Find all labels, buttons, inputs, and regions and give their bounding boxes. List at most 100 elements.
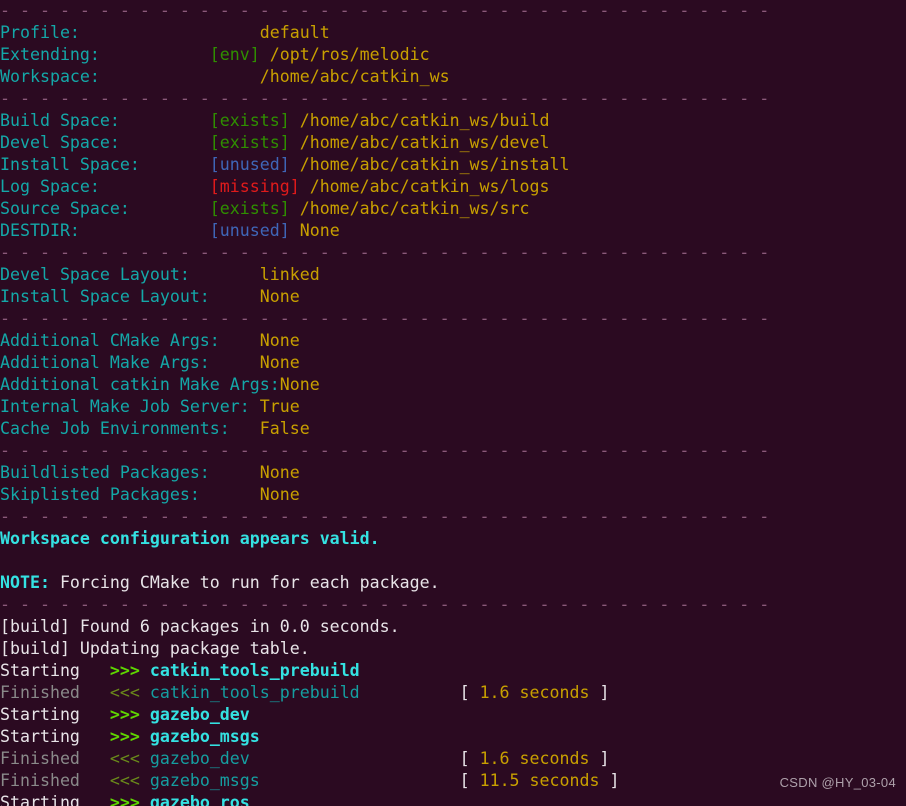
config-status: [exists] bbox=[209, 133, 300, 152]
config-row: Additional Make Args: None bbox=[0, 352, 906, 374]
build-entry-state: Starting bbox=[0, 705, 110, 724]
config-label: DESTDIR: bbox=[0, 221, 210, 240]
config-row: Install Space: [unused] /home/abc/catkin… bbox=[0, 154, 906, 176]
separator-dashes: - - - - - - - - - - - - - - - - - - - - … bbox=[0, 441, 770, 460]
build-entry-package: gazebo_msgs bbox=[149, 727, 260, 746]
build-entry-package: gazebo_msgs bbox=[149, 771, 260, 790]
config-row: Cache Job Environments: False bbox=[0, 418, 906, 440]
config-row: Additional CMake Args: None bbox=[0, 330, 906, 352]
build-entry-state: Starting bbox=[0, 661, 110, 680]
separator-dashes: - - - - - - - - - - - - - - - - - - - - … bbox=[0, 595, 770, 614]
separator-dashes: - - - - - - - - - - - - - - - - - - - - … bbox=[0, 507, 770, 526]
build-entry-state: Finished bbox=[0, 771, 110, 790]
config-row: Skiplisted Packages: None bbox=[0, 484, 906, 506]
build-entry-package: gazebo_ros bbox=[149, 793, 250, 806]
build-entry-state: Finished bbox=[0, 683, 110, 702]
config-status bbox=[210, 23, 260, 42]
build-updating-text: [build] Updating package table. bbox=[0, 639, 310, 658]
separator-line: - - - - - - - - - - - - - - - - - - - - … bbox=[0, 506, 906, 528]
config-row: Source Space: [exists] /home/abc/catkin_… bbox=[0, 198, 906, 220]
config-label: Cache Job Environments: bbox=[0, 419, 260, 438]
config-status: [missing] bbox=[209, 177, 310, 196]
config-value: False bbox=[259, 419, 310, 438]
config-label: Skiplisted Packages: bbox=[0, 485, 260, 504]
config-label: Buildlisted Packages: bbox=[0, 463, 260, 482]
config-row: Internal Make Job Server: True bbox=[0, 396, 906, 418]
config-row: Log Space: [missing] /home/abc/catkin_ws… bbox=[0, 176, 906, 198]
build-entry-bracket-close: ] bbox=[609, 771, 620, 790]
config-label: Additional catkin Make Args: bbox=[0, 375, 280, 394]
build-log-entry: Starting >>> gazebo_dev bbox=[0, 704, 906, 726]
config-value: None bbox=[259, 353, 300, 372]
config-value: None bbox=[259, 331, 300, 350]
config-value: /home/abc/catkin_ws bbox=[259, 67, 450, 86]
config-label: Workspace: bbox=[0, 67, 210, 86]
config-value: /opt/ros/melodic bbox=[269, 45, 430, 64]
config-value: True bbox=[259, 397, 300, 416]
config-label: Source Space: bbox=[0, 199, 210, 218]
separator-line: - - - - - - - - - - - - - - - - - - - - … bbox=[0, 242, 906, 264]
config-value: None bbox=[259, 463, 300, 482]
build-entry-duration: 1.6 seconds bbox=[469, 683, 600, 702]
workspace-valid-text: Workspace configuration appears valid. bbox=[0, 529, 380, 548]
build-found-packages: [build] Found 6 packages in 0.0 seconds. bbox=[0, 616, 906, 638]
config-status: [unused] bbox=[209, 155, 300, 174]
build-entry-package: catkin_tools_prebuild bbox=[149, 683, 360, 702]
config-label: Install Space: bbox=[0, 155, 210, 174]
config-label: Internal Make Job Server: bbox=[0, 397, 260, 416]
config-value: /home/abc/catkin_ws/install bbox=[299, 155, 570, 174]
config-status: [exists] bbox=[209, 199, 300, 218]
build-entry-bracket-open: [ bbox=[459, 683, 470, 702]
build-log-entry: Finished <<< gazebo_msgs [ 11.5 seconds … bbox=[0, 770, 906, 792]
build-entry-arrow: <<< bbox=[109, 683, 150, 702]
config-label: Additional CMake Args: bbox=[0, 331, 260, 350]
build-entry-package: gazebo_dev bbox=[149, 705, 250, 724]
build-entry-state: Starting bbox=[0, 793, 110, 806]
config-value: /home/abc/catkin_ws/build bbox=[299, 111, 550, 130]
build-log-entry: Starting >>> gazebo_ros bbox=[0, 792, 906, 806]
config-row: Devel Space Layout: linked bbox=[0, 264, 906, 286]
separator-dashes: - - - - - - - - - - - - - - - - - - - - … bbox=[0, 243, 770, 262]
separator-line: - - - - - - - - - - - - - - - - - - - - … bbox=[0, 88, 906, 110]
build-log-entry: Finished <<< catkin_tools_prebuild [ 1.6… bbox=[0, 682, 906, 704]
build-entry-gap bbox=[360, 683, 460, 702]
separator-line: - - - - - - - - - - - - - - - - - - - - … bbox=[0, 440, 906, 462]
separator-dashes: - - - - - - - - - - - - - - - - - - - - … bbox=[0, 309, 770, 328]
csdn-watermark: CSDN @HY_03-04 bbox=[779, 775, 896, 790]
config-row: Install Space Layout: None bbox=[0, 286, 906, 308]
config-value: None bbox=[259, 287, 300, 306]
separator-dashes: - - - - - - - - - - - - - - - - - - - - … bbox=[0, 89, 770, 108]
build-log-entry: Starting >>> gazebo_msgs bbox=[0, 726, 906, 748]
build-entry-bracket-open: [ bbox=[459, 749, 470, 768]
config-value: None bbox=[299, 221, 340, 240]
build-entry-gap bbox=[250, 749, 460, 768]
config-row: Build Space: [exists] /home/abc/catkin_w… bbox=[0, 110, 906, 132]
config-label: Devel Space: bbox=[0, 133, 210, 152]
config-label: Build Space: bbox=[0, 111, 210, 130]
separator-dashes: - - - - - - - - - - - - - - - - - - - - … bbox=[0, 1, 770, 20]
config-value: None bbox=[259, 485, 300, 504]
build-updating-table: [build] Updating package table. bbox=[0, 638, 906, 660]
config-row: Profile: default bbox=[0, 22, 906, 44]
note-message: NOTE: Forcing CMake to run for each pack… bbox=[0, 572, 906, 594]
build-log-entry: Starting >>> catkin_tools_prebuild bbox=[0, 660, 906, 682]
build-entry-package: gazebo_dev bbox=[149, 749, 250, 768]
config-value: /home/abc/catkin_ws/devel bbox=[299, 133, 550, 152]
separator-line: - - - - - - - - - - - - - - - - - - - - … bbox=[0, 0, 906, 22]
config-status: [env] bbox=[209, 45, 270, 64]
config-status bbox=[210, 67, 260, 86]
config-row: Workspace: /home/abc/catkin_ws bbox=[0, 66, 906, 88]
separator-line: - - - - - - - - - - - - - - - - - - - - … bbox=[0, 308, 906, 330]
config-label: Additional Make Args: bbox=[0, 353, 260, 372]
config-status: [exists] bbox=[209, 111, 300, 130]
config-value: /home/abc/catkin_ws/src bbox=[299, 199, 530, 218]
build-entry-duration: 1.6 seconds bbox=[469, 749, 600, 768]
note-text: Forcing CMake to run for each package. bbox=[49, 573, 440, 592]
separator-line: - - - - - - - - - - - - - - - - - - - - … bbox=[0, 594, 906, 616]
build-found-text: [build] Found 6 packages in 0.0 seconds. bbox=[0, 617, 400, 636]
build-entry-arrow: >>> bbox=[109, 705, 150, 724]
config-value: default bbox=[259, 23, 330, 42]
config-row: Devel Space: [exists] /home/abc/catkin_w… bbox=[0, 132, 906, 154]
config-row: DESTDIR: [unused] None bbox=[0, 220, 906, 242]
